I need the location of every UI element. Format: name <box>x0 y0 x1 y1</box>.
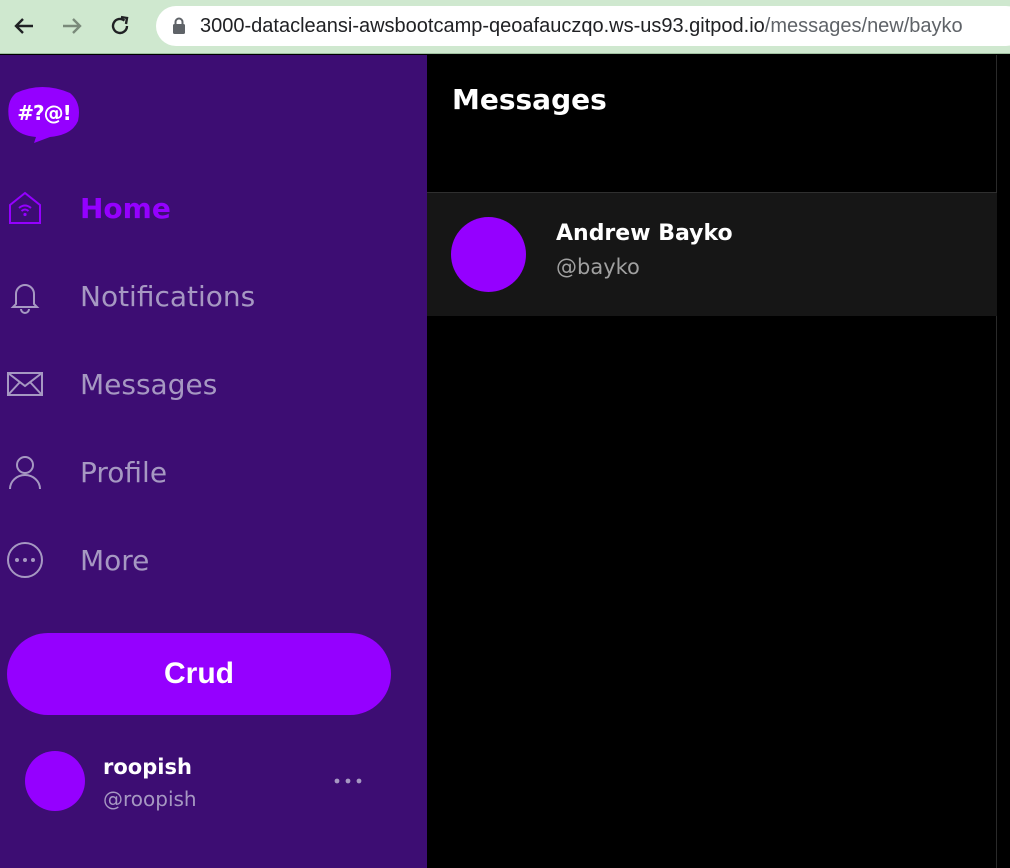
crud-button[interactable]: Crud <box>7 633 391 715</box>
sidebar: #?@! Home Notifications Messages Profile… <box>0 55 427 868</box>
logo-text: #?@! <box>17 101 71 125</box>
nav-item-messages[interactable]: Messages <box>0 354 420 414</box>
url-path: /messages/new/bayko <box>764 14 963 37</box>
user-icon <box>6 453 44 491</box>
envelope-icon <box>6 365 44 403</box>
page-title: Messages <box>452 83 607 116</box>
arrow-left-icon <box>14 18 33 34</box>
ellipsis-icon[interactable] <box>330 767 366 795</box>
nav-label-profile: Profile <box>80 455 168 489</box>
right-panel-edge <box>997 55 1010 868</box>
nav-item-home[interactable]: Home <box>0 178 420 238</box>
back-button[interactable] <box>8 10 40 42</box>
reload-button[interactable] <box>104 10 136 42</box>
nav-label-home: Home <box>80 191 171 225</box>
nav-label-messages: Messages <box>80 367 218 401</box>
avatar <box>451 217 526 292</box>
profile-handle: @roopish <box>103 787 197 811</box>
lock-icon <box>172 17 186 35</box>
more-circle-icon <box>6 541 44 579</box>
reload-icon <box>111 15 129 35</box>
nav-item-notifications[interactable]: Notifications <box>0 266 420 326</box>
profile-name: roopish <box>103 755 192 779</box>
nav-label-notifications: Notifications <box>80 279 256 313</box>
home-icon <box>6 189 44 227</box>
messages-header: Messages <box>427 55 997 193</box>
app-logo[interactable]: #?@! <box>6 85 80 145</box>
nav-label-more: More <box>80 543 150 577</box>
nav-item-more[interactable]: More <box>0 530 420 590</box>
bell-icon <box>6 277 44 315</box>
messages-panel: Messages Andrew Bayko @bayko <box>427 55 997 868</box>
conversation-item[interactable]: Andrew Bayko @bayko <box>427 193 997 316</box>
nav-item-profile[interactable]: Profile <box>0 442 420 502</box>
browser-toolbar: 3000-datacleansi-awsbootcamp-qeoafauczqo… <box>0 0 1010 54</box>
conversation-name: Andrew Bayko <box>556 221 733 246</box>
avatar[interactable] <box>25 751 85 811</box>
conversation-handle: @bayko <box>556 255 640 279</box>
arrow-right-icon <box>63 18 82 34</box>
url-host: 3000-datacleansi-awsbootcamp-qeoafauczqo… <box>200 14 765 37</box>
address-bar[interactable]: 3000-datacleansi-awsbootcamp-qeoafauczqo… <box>156 6 1010 46</box>
forward-button[interactable] <box>56 10 88 42</box>
